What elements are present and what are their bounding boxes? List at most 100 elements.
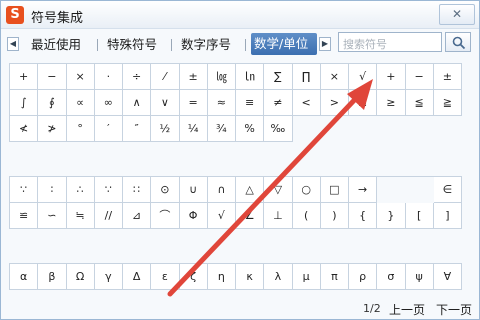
symbol-cell[interactable]: μ <box>292 264 321 290</box>
symbol-cell[interactable]: { <box>349 203 378 229</box>
symbol-cell[interactable]: ⁄ <box>151 64 180 90</box>
symbol-cell[interactable]: λ <box>264 264 293 290</box>
symbol-cell[interactable]: > <box>320 90 349 116</box>
symbol-cell[interactable]: ( <box>292 203 321 229</box>
symbol-cell[interactable]: ∩ <box>207 177 236 203</box>
symbol-cell[interactable]: ≯ <box>38 116 67 142</box>
close-button[interactable]: ✕ <box>439 4 475 25</box>
symbol-cell[interactable]: Δ <box>123 264 152 290</box>
symbol-cell[interactable]: ] <box>433 203 462 229</box>
symbol-cell[interactable]: ⊥ <box>264 203 293 229</box>
symbol-cell[interactable]: × <box>66 64 95 90</box>
symbol-cell[interactable]: ≥ <box>377 90 406 116</box>
symbol-cell[interactable]: ∈ <box>433 177 462 203</box>
symbol-cell[interactable]: × <box>320 64 349 90</box>
symbol-cell[interactable]: ± <box>433 64 462 90</box>
symbol-cell[interactable]: ∮ <box>38 90 67 116</box>
symbol-cell[interactable]: √ <box>207 203 236 229</box>
symbol-cell[interactable]: σ <box>377 264 406 290</box>
symbol-cell[interactable]: κ <box>236 264 265 290</box>
symbol-cell[interactable]: ≡ <box>236 90 265 116</box>
symbol-cell[interactable]: ≧ <box>433 90 462 116</box>
symbol-cell[interactable]: α <box>10 264 39 290</box>
symbol-cell[interactable]: □ <box>320 177 349 203</box>
symbol-cell[interactable]: ⊙ <box>151 177 180 203</box>
symbol-cell[interactable]: ∶ <box>38 177 67 203</box>
symbol-cell[interactable]: ½ <box>151 116 180 142</box>
symbol-cell[interactable]: ㏒ <box>207 64 236 90</box>
symbol-cell[interactable]: % <box>236 116 265 142</box>
prev-page-link[interactable]: 上一页 <box>389 301 425 318</box>
symbol-cell[interactable]: [ <box>405 203 434 229</box>
symbol-cell[interactable]: + <box>377 64 406 90</box>
symbol-cell[interactable]: ∷ <box>123 177 152 203</box>
symbol-cell[interactable]: ∑ <box>264 64 293 90</box>
tab-special-symbols[interactable]: 特殊符号 <box>107 36 157 54</box>
symbol-cell[interactable]: ≒ <box>66 203 95 229</box>
symbol-cell[interactable]: · <box>94 64 123 90</box>
symbol-cell[interactable]: = <box>179 90 208 116</box>
symbol-cell[interactable]: ″ <box>123 116 152 142</box>
tab-math-units[interactable]: 数学/单位 <box>251 33 317 55</box>
symbol-cell[interactable]: Ω <box>66 264 95 290</box>
symbol-cell[interactable]: ∧ <box>123 90 152 116</box>
symbol-cell[interactable]: γ <box>94 264 123 290</box>
symbol-cell[interactable]: } <box>377 203 406 229</box>
tab-scroll-right-icon[interactable]: ▶ <box>319 37 331 51</box>
search-input[interactable] <box>339 35 441 54</box>
tab-recent[interactable]: 最近使用 <box>31 36 81 54</box>
symbol-cell[interactable]: // <box>94 203 123 229</box>
symbol-cell[interactable]: ψ <box>405 264 434 290</box>
symbol-cell[interactable]: √ <box>349 64 378 90</box>
symbol-cell[interactable]: ÷ <box>123 64 152 90</box>
symbol-cell[interactable]: ⊿ <box>123 203 152 229</box>
symbol-cell[interactable]: ‰ <box>264 116 293 142</box>
symbol-cell[interactable]: ∝ <box>66 90 95 116</box>
title-bar[interactable]: S 符号集成 ✕ <box>1 1 479 29</box>
symbol-cell[interactable]: ρ <box>349 264 378 290</box>
symbol-cell[interactable]: ∫ <box>10 90 39 116</box>
symbol-cell[interactable]: ≌ <box>10 203 39 229</box>
symbol-cell[interactable]: ∴ <box>66 177 95 203</box>
symbol-cell[interactable]: ± <box>179 64 208 90</box>
symbol-cell[interactable]: + <box>10 64 39 90</box>
symbol-cell[interactable]: β <box>38 264 67 290</box>
symbol-cell[interactable]: ∨ <box>151 90 180 116</box>
symbol-cell[interactable]: ζ <box>179 264 208 290</box>
symbol-cell[interactable]: ∀ <box>433 264 462 290</box>
symbol-cell[interactable]: ⌒ <box>151 203 180 229</box>
symbol-cell[interactable]: π <box>320 264 349 290</box>
symbol-cell[interactable]: ≠ <box>264 90 293 116</box>
symbol-cell[interactable]: ≮ <box>10 116 39 142</box>
symbol-cell[interactable]: ∪ <box>179 177 208 203</box>
symbol-cell[interactable]: ¼ <box>179 116 208 142</box>
next-page-link[interactable]: 下一页 <box>436 301 472 318</box>
symbol-cell[interactable]: η <box>207 264 236 290</box>
tab-scroll-left-icon[interactable]: ◀ <box>7 37 19 51</box>
symbol-cell[interactable]: ≤ <box>349 90 378 116</box>
symbol-cell[interactable]: ′ <box>94 116 123 142</box>
symbol-cell[interactable]: ε <box>151 264 180 290</box>
symbol-cell[interactable]: < <box>292 90 321 116</box>
symbol-cell[interactable]: ¾ <box>207 116 236 142</box>
symbol-cell[interactable]: △ <box>236 177 265 203</box>
symbol-cell[interactable]: ) <box>320 203 349 229</box>
symbol-cell[interactable]: ∵ <box>94 177 123 203</box>
symbol-cell[interactable]: ° <box>66 116 95 142</box>
symbol-cell[interactable]: ∽ <box>38 203 67 229</box>
symbol-cell[interactable]: ㏑ <box>236 64 265 90</box>
symbol-cell[interactable]: − <box>38 64 67 90</box>
symbol-cell[interactable]: ∏ <box>292 64 321 90</box>
tab-number-sequence[interactable]: 数字序号 <box>181 36 231 54</box>
symbol-cell[interactable]: ≦ <box>405 90 434 116</box>
symbol-cell[interactable]: Φ <box>179 203 208 229</box>
symbol-cell[interactable]: ∞ <box>94 90 123 116</box>
symbol-cell[interactable]: ∵ <box>10 177 39 203</box>
symbol-cell[interactable]: → <box>349 177 378 203</box>
symbol-cell[interactable]: ∠ <box>236 203 265 229</box>
symbol-cell[interactable]: − <box>405 64 434 90</box>
search-button[interactable] <box>445 32 471 52</box>
symbol-cell[interactable]: ≈ <box>207 90 236 116</box>
symbol-cell[interactable]: ▽ <box>264 177 293 203</box>
symbol-cell[interactable]: ○ <box>292 177 321 203</box>
